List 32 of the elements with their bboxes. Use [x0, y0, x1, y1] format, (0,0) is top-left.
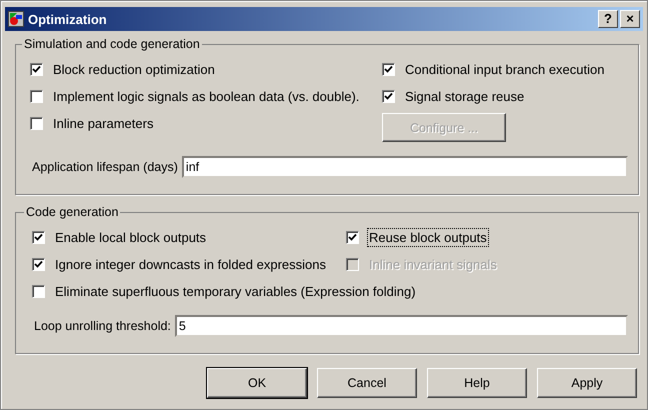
checkbox-label[interactable]: Eliminate superfluous temporary variables (Expression folding) [53, 282, 418, 300]
dialog-button[interactable]: Apply [537, 368, 637, 398]
field-label: Application lifespan (days) [32, 160, 178, 174]
app-icon [8, 11, 24, 27]
checkbox-label[interactable]: Reuse block outputs [367, 228, 489, 246]
field-label: Loop unrolling threshold: [34, 319, 171, 333]
close-button[interactable]: × [620, 10, 640, 28]
checkbox-label[interactable]: Signal storage reuse [403, 86, 526, 106]
dialog-button[interactable]: OK [207, 368, 307, 398]
checkbox[interactable] [382, 90, 395, 102]
checkbox[interactable] [30, 62, 43, 76]
checkbox-label[interactable]: Conditional input branch execution [403, 60, 606, 78]
checkbox[interactable] [30, 90, 43, 102]
checkbox[interactable] [32, 258, 45, 270]
checkbox[interactable] [30, 116, 43, 130]
dialog-button[interactable]: Cancel [317, 368, 417, 398]
group-title: Code generation [25, 205, 120, 219]
input-field[interactable]: inf [182, 156, 628, 178]
checkbox-label[interactable]: Implement logic signals as boolean data (vs. double). [51, 86, 362, 106]
window-title: Optimization [28, 12, 108, 26]
checkbox[interactable] [32, 230, 45, 244]
checkbox[interactable] [32, 284, 45, 298]
checkbox-label[interactable]: Inline parameters [51, 114, 156, 132]
help-button[interactable]: ? [598, 10, 618, 28]
checkbox[interactable] [382, 62, 395, 76]
checkbox-label[interactable]: Enable local block outputs [53, 228, 208, 246]
checkbox[interactable] [346, 230, 359, 244]
input-field[interactable]: 5 [174, 315, 628, 337]
checkbox-label[interactable]: Ignore integer downcasts in folded expressions [53, 254, 328, 274]
checkbox-label[interactable]: Block reduction optimization [51, 60, 217, 78]
dialog-button[interactable]: Help [427, 368, 527, 398]
group-title: Simulation and code generation [23, 37, 201, 51]
